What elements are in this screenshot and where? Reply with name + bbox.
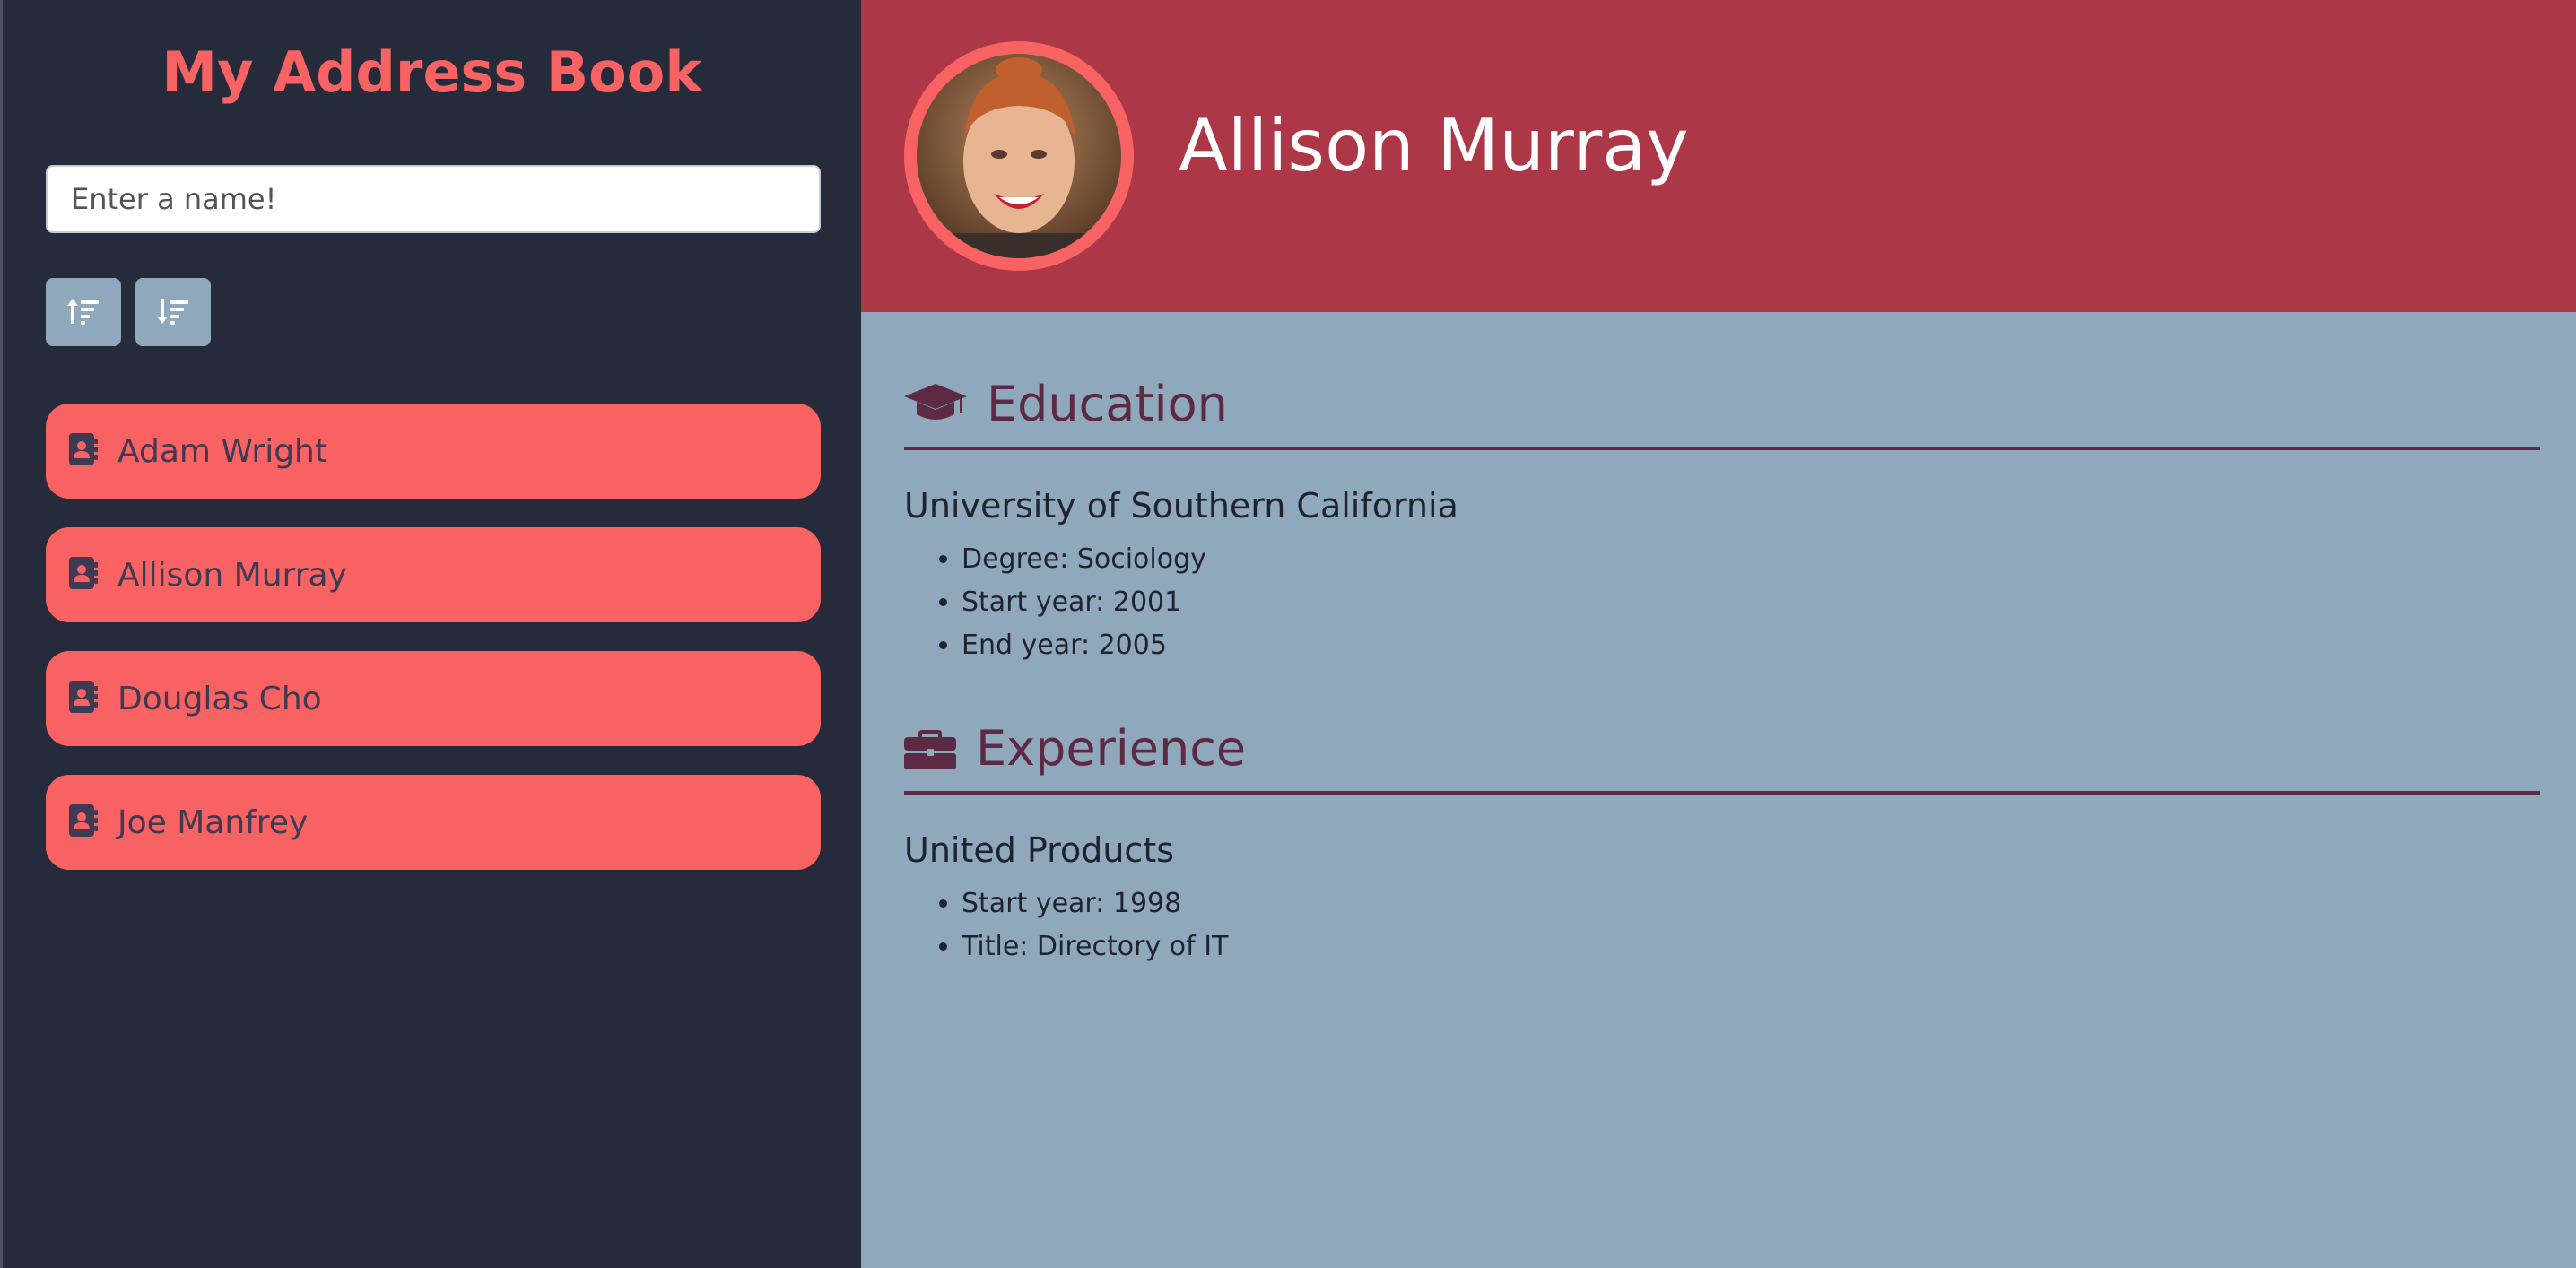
sort-descending-icon bbox=[157, 297, 189, 328]
contact-name: Douglas Cho bbox=[117, 680, 322, 717]
address-card-icon bbox=[69, 557, 98, 593]
education-section: Education University of Southern Califor… bbox=[904, 368, 2540, 667]
address-card-icon bbox=[69, 804, 98, 840]
experience-heading: Experience bbox=[976, 719, 1247, 777]
sort-ascending-icon bbox=[67, 297, 100, 328]
list-item: Title: Directory of IT bbox=[962, 925, 2540, 968]
contact-item-adam-wright[interactable]: Adam Wright bbox=[46, 404, 821, 499]
contact-item-allison-murray[interactable]: Allison Murray bbox=[46, 527, 821, 622]
list-item: End year: 2005 bbox=[962, 624, 2540, 667]
contact-name: Allison Murray bbox=[117, 556, 347, 594]
contact-list: Adam Wright Allison Murray Douglas Cho J… bbox=[46, 404, 821, 870]
contact-name: Joe Manfrey bbox=[117, 803, 309, 841]
education-details: Degree: Sociology Start year: 2001 End y… bbox=[904, 538, 2540, 667]
list-item: Start year: 1998 bbox=[962, 882, 2540, 925]
section-heading: Experience bbox=[904, 712, 2540, 795]
app-title: My Address Book bbox=[161, 39, 702, 105]
experience-details: Start year: 1998 Title: Directory of IT bbox=[904, 882, 2540, 968]
sort-descending-button[interactable] bbox=[135, 278, 211, 346]
avatar bbox=[904, 41, 1134, 271]
sidebar: My Address Book Enter a name! Adam Wrigh… bbox=[0, 0, 861, 1268]
search-input[interactable] bbox=[46, 165, 821, 233]
school-name: University of Southern California bbox=[904, 486, 1458, 525]
briefcase-icon bbox=[904, 726, 956, 769]
list-item: Start year: 2001 bbox=[962, 581, 2540, 624]
profile-panel: Allison Murray Education University of S… bbox=[861, 0, 2576, 1268]
contact-item-joe-manfrey[interactable]: Joe Manfrey bbox=[46, 775, 821, 870]
section-heading: Education bbox=[904, 368, 2540, 450]
sort-ascending-button[interactable] bbox=[46, 278, 121, 346]
sort-controls bbox=[46, 278, 818, 346]
experience-section: Experience United Products Start year: 1… bbox=[904, 712, 2540, 968]
graduation-cap-icon bbox=[904, 382, 967, 425]
address-card-icon bbox=[69, 433, 98, 469]
address-card-icon bbox=[69, 681, 98, 717]
company-name: United Products bbox=[904, 830, 1175, 870]
avatar-photo bbox=[917, 54, 1121, 258]
list-item: Degree: Sociology bbox=[962, 538, 2540, 581]
education-heading: Education bbox=[987, 375, 1228, 432]
profile-content: Education University of Southern Califor… bbox=[861, 312, 2576, 968]
contact-name: Adam Wright bbox=[117, 432, 327, 470]
profile-name: Allison Murray bbox=[1179, 103, 1689, 187]
profile-header: Allison Murray bbox=[861, 0, 2576, 312]
contact-item-douglas-cho[interactable]: Douglas Cho bbox=[46, 651, 821, 746]
